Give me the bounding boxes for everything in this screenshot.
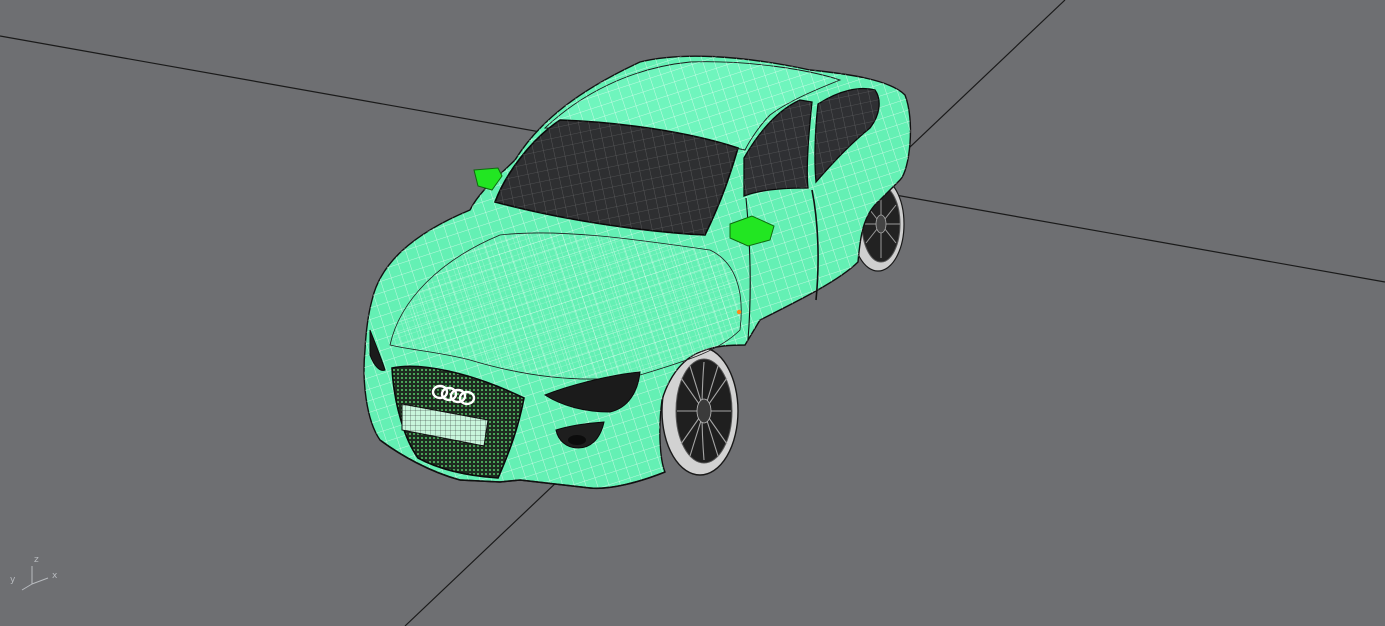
axis-orientation-widget: z y x (6, 556, 66, 596)
viewport-scene[interactable] (0, 0, 1385, 626)
axis-label-y: y (10, 575, 16, 585)
axis-label-z: z (34, 555, 39, 565)
axis-label-x: x (52, 571, 58, 581)
3d-viewport[interactable]: z y x (0, 0, 1385, 626)
car-model[interactable] (363, 55, 912, 490)
vertex-marker (736, 309, 742, 315)
